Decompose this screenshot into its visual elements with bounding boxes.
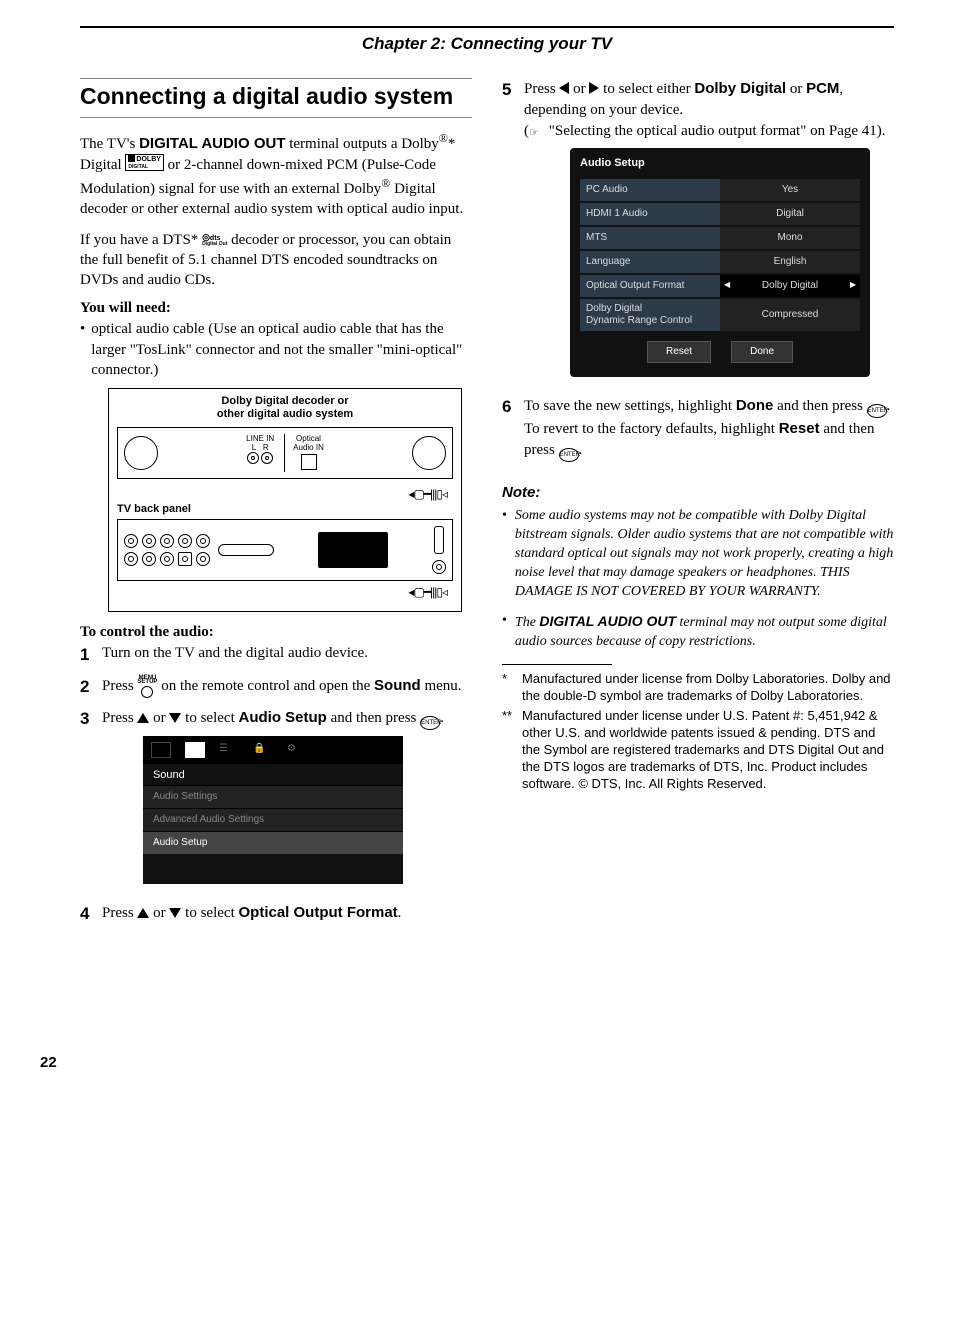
sound-menu-osd: ☰ 🔒 ⚙ Sound Audio Settings Advanced Audi… bbox=[143, 736, 403, 884]
speaker-icon bbox=[412, 436, 446, 470]
slot-icon bbox=[218, 544, 274, 556]
up-arrow-icon bbox=[137, 908, 149, 918]
left-arrow-icon bbox=[559, 82, 569, 94]
diagram-top-label: Dolby Digital decoder or other digital a… bbox=[117, 395, 453, 421]
note-1: Some audio systems may not be compatible… bbox=[515, 507, 894, 601]
step-6: To save the new settings, highlight Done… bbox=[524, 395, 894, 462]
step-5: Press or to select either Dolby Digital … bbox=[524, 78, 894, 387]
tab-icon bbox=[151, 742, 171, 758]
step-2: Press MENUSETUP on the remote control an… bbox=[102, 675, 462, 699]
cable-icon: ◂▢━|||▯◃ bbox=[117, 487, 447, 501]
cable-icon: ◂▢━|||▯◃ bbox=[117, 585, 447, 599]
jack-icon bbox=[432, 560, 446, 574]
section-heading: Connecting a digital audio system bbox=[80, 78, 472, 118]
down-arrow-icon bbox=[169, 713, 181, 723]
need-item: optical audio cable (Use an optical audi… bbox=[91, 319, 472, 380]
chapter-header: Chapter 2: Connecting your TV bbox=[80, 26, 894, 54]
right-column: Press or to select either Dolby Digital … bbox=[502, 78, 894, 934]
down-arrow-icon bbox=[169, 908, 181, 918]
note-list: Some audio systems may not be compatible… bbox=[502, 507, 894, 651]
note-heading: Note: bbox=[502, 484, 894, 501]
menu-button-icon: MENUSETUP bbox=[137, 676, 157, 699]
optical-in-label: Optical Audio IN bbox=[293, 434, 324, 452]
step-3: Press or to select Audio Setup and then … bbox=[102, 707, 444, 894]
rca-jack-icon bbox=[261, 452, 273, 464]
connection-diagram: Dolby Digital decoder or other digital a… bbox=[108, 388, 462, 612]
to-control-heading: To control the audio: bbox=[80, 624, 472, 641]
footnote-2: **Manufactured under license under U.S. … bbox=[502, 708, 894, 792]
dolby-logo-icon: DOLBYDIGITAL bbox=[125, 154, 164, 171]
footnote-separator bbox=[502, 664, 612, 665]
audio-setup-osd: Audio Setup PC AudioYes HDMI 1 AudioDigi… bbox=[570, 148, 870, 377]
step-1: Turn on the TV and the digital audio dev… bbox=[102, 643, 368, 667]
tab-icon-selected bbox=[185, 742, 205, 758]
left-column: Connecting a digital audio system The TV… bbox=[80, 78, 472, 934]
page-number: 22 bbox=[40, 1054, 894, 1071]
osd2-title: Audio Setup bbox=[580, 156, 860, 171]
enter-button-icon: ENTER bbox=[559, 448, 579, 462]
footnote-1: *Manufactured under license from Dolby L… bbox=[502, 671, 894, 705]
usb-port-icon bbox=[434, 526, 444, 554]
tv-back-label: TV back panel bbox=[117, 503, 453, 515]
osd-reset-button: Reset bbox=[647, 341, 711, 363]
osd-title: Sound bbox=[143, 764, 403, 785]
needs-list: optical audio cable (Use an optical audi… bbox=[80, 319, 472, 380]
enter-button-icon: ENTER bbox=[867, 404, 887, 418]
speaker-icon bbox=[124, 436, 158, 470]
step-4: Press or to select Optical Output Format… bbox=[102, 902, 401, 926]
rca-jack-icon bbox=[247, 452, 259, 464]
reference-hand-icon: ☞ bbox=[529, 126, 545, 141]
dts-logo-icon: ◎dtsDigital Out bbox=[202, 234, 227, 247]
note-2: The DIGITAL AUDIO OUT terminal may not o… bbox=[515, 612, 894, 652]
right-arrow-icon bbox=[589, 82, 599, 94]
linein-label: LINE IN bbox=[246, 434, 274, 443]
osd-row-selected: Audio Setup bbox=[143, 831, 403, 854]
you-will-need-heading: You will need: bbox=[80, 300, 472, 317]
enter-button-icon: ENTER bbox=[420, 716, 440, 730]
up-arrow-icon bbox=[137, 713, 149, 723]
intro-para-1: The TV's DIGITAL AUDIO OUT terminal outp… bbox=[80, 130, 472, 220]
osd-done-button: Done bbox=[731, 341, 793, 363]
optical-port-icon bbox=[301, 454, 317, 470]
hdmi-block-icon bbox=[318, 532, 388, 568]
osd-row: Advanced Audio Settings bbox=[143, 808, 403, 831]
intro-para-2: If you have a DTS* ◎dtsDigital Out decod… bbox=[80, 230, 472, 291]
osd-row: Audio Settings bbox=[143, 785, 403, 808]
